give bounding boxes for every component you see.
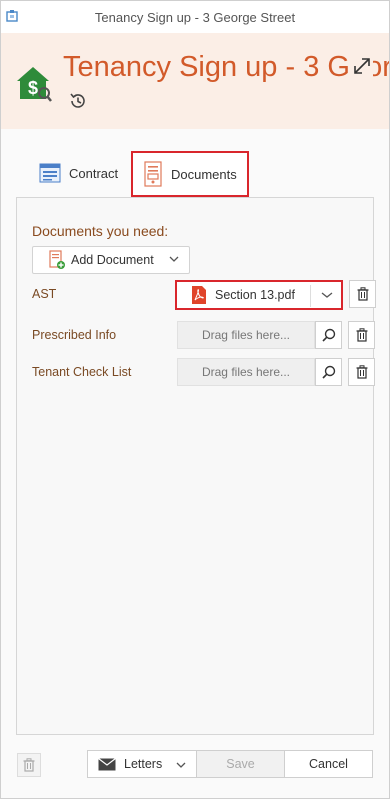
tab-contract[interactable]: Contract xyxy=(29,151,129,195)
tab-documents[interactable]: Documents xyxy=(131,151,249,197)
header: $ Tenancy Sign up - 3 George Street xyxy=(1,33,389,129)
app-icon xyxy=(6,10,18,22)
pdf-icon xyxy=(192,286,206,304)
contract-form-icon xyxy=(39,163,61,183)
chevron-down-icon xyxy=(169,256,179,262)
chevron-down-icon[interactable] xyxy=(321,291,333,299)
search-icon xyxy=(321,328,335,342)
file-selector[interactable]: Section 13.pdf xyxy=(175,280,343,310)
browse-button[interactable] xyxy=(315,358,342,386)
letters-button[interactable]: Letters xyxy=(88,751,197,777)
drop-zone[interactable]: Drag files here... xyxy=(177,321,315,349)
tab-contract-label: Contract xyxy=(69,165,119,181)
cancel-button[interactable]: Cancel xyxy=(285,751,372,777)
add-document-label: Add Document xyxy=(71,253,154,267)
document-label: Tenant Check List xyxy=(32,365,132,379)
trash-icon xyxy=(356,365,367,379)
drop-zone[interactable]: Drag files here... xyxy=(177,358,315,386)
trash-icon xyxy=(356,328,367,342)
letters-label: Letters xyxy=(124,757,163,771)
delete-button[interactable] xyxy=(348,358,375,386)
delete-button[interactable] xyxy=(349,280,376,308)
footer-actions: Letters Save Cancel xyxy=(87,750,373,778)
svg-text:$: $ xyxy=(28,78,38,98)
history-icon[interactable] xyxy=(68,91,88,111)
window-title: Tenancy Sign up - 3 George Street xyxy=(94,9,296,25)
add-document-icon xyxy=(49,250,65,269)
tab-bar: Contract Documents xyxy=(29,151,249,197)
document-row: Prescribed Info Drag files here... xyxy=(32,321,375,351)
document-label: Prescribed Info xyxy=(32,328,117,342)
section-label: Documents you need: xyxy=(32,223,169,239)
expand-icon[interactable] xyxy=(351,55,373,77)
chevron-down-icon xyxy=(176,762,186,768)
document-icon xyxy=(144,161,162,187)
documents-panel: Documents you need: Add Document AST Sec… xyxy=(16,197,376,735)
save-button[interactable]: Save xyxy=(197,751,285,777)
page-title: Tenancy Sign up - 3 George Street xyxy=(63,51,389,83)
delete-button[interactable] xyxy=(348,321,375,349)
tab-documents-label: Documents xyxy=(171,166,237,182)
app-window: Tenancy Sign up - 3 George Street $ Tena… xyxy=(0,0,390,799)
search-icon xyxy=(321,365,335,379)
file-name: Section 13.pdf xyxy=(215,288,295,302)
trash-icon xyxy=(23,758,35,772)
add-document-button[interactable]: Add Document xyxy=(32,246,190,274)
house-money-icon: $ xyxy=(17,67,52,102)
browse-button[interactable] xyxy=(315,321,342,349)
title-bar: Tenancy Sign up - 3 George Street xyxy=(1,1,389,33)
document-label: AST xyxy=(32,287,57,301)
document-row: Tenant Check List Drag files here... xyxy=(32,358,375,388)
footer-delete-button[interactable] xyxy=(17,753,41,777)
divider xyxy=(310,285,311,307)
envelope-icon xyxy=(98,757,116,770)
document-row: AST Section 13.pdf xyxy=(32,280,376,310)
trash-icon xyxy=(357,287,368,301)
